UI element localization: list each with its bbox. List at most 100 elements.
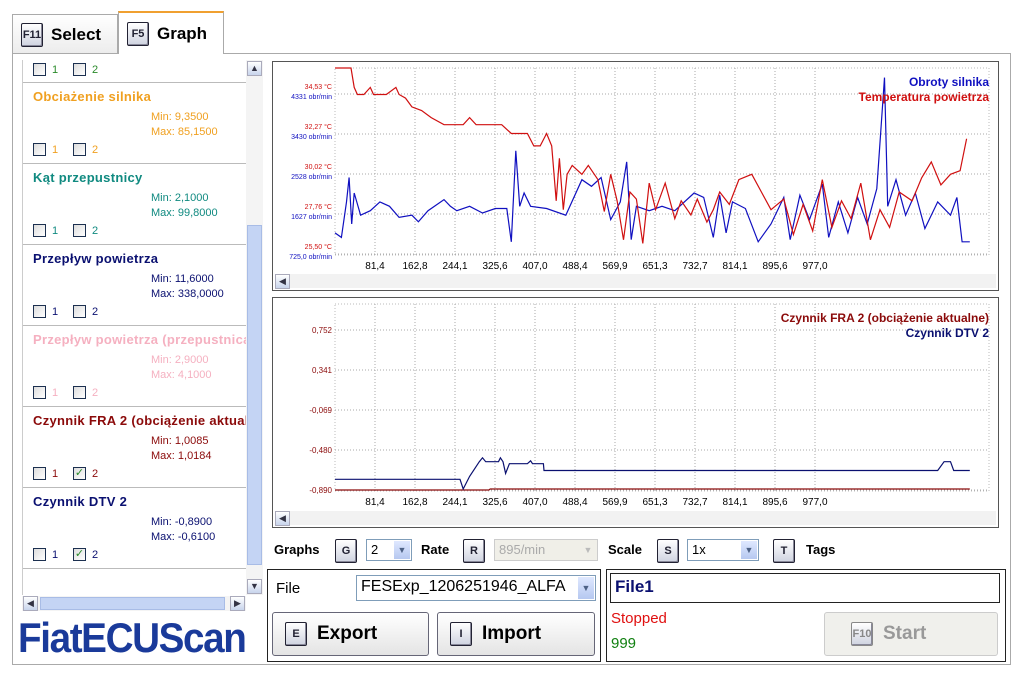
f11-key-icon: F11 xyxy=(21,22,43,47)
list-vertical-scrollbar[interactable]: ▲ ▼ xyxy=(246,60,263,595)
graph-1-checkbox[interactable]: 1 xyxy=(33,224,58,237)
x-tick-label: 977,0 xyxy=(802,497,827,508)
scroll-left-icon[interactable]: ◀ xyxy=(23,596,38,611)
min-value: Min: -0,8900 xyxy=(151,516,213,528)
graph-2-checkbox[interactable]: 2 xyxy=(73,305,98,318)
scroll-left-icon[interactable]: ◀ xyxy=(275,511,290,526)
x-tick-label: 895,6 xyxy=(762,497,787,508)
y-tick-label: 34,53 °C xyxy=(305,83,332,91)
graph-2-checkbox[interactable]: 2 xyxy=(73,386,98,399)
fiatecuscan-logo: FiatECUScan xyxy=(18,614,247,661)
min-value: Min: 11,6000 xyxy=(151,273,214,285)
x-tick-label: 651,3 xyxy=(642,261,667,272)
graph-1-checkbox[interactable]: 1 xyxy=(33,548,58,561)
scale-shortcut-key[interactable]: S xyxy=(657,539,679,563)
series-line-2 xyxy=(335,456,970,491)
y-tick-label: 25,50 °C xyxy=(305,243,332,251)
x-tick-label: 162,8 xyxy=(402,497,427,508)
max-value: Max: 1,0184 xyxy=(151,450,212,462)
rate-label: Rate xyxy=(421,542,450,557)
y-tick-label: 725,0 obr/min xyxy=(289,254,332,261)
graphs-select[interactable]: 2 ▼ xyxy=(366,539,412,561)
scroll-thumb[interactable] xyxy=(40,597,225,610)
y-tick-label: 1627 obr/min xyxy=(291,214,332,221)
checkbox-2[interactable]: 2 xyxy=(73,63,98,76)
start-button: F10 Start xyxy=(824,612,998,656)
x-tick-label: 325,6 xyxy=(482,497,507,508)
tab-graph[interactable]: F5 Graph xyxy=(118,11,224,54)
graph-2-checkbox[interactable]: ✓ 2 xyxy=(73,467,98,480)
scale-label: Scale xyxy=(608,542,642,557)
parameter-title: Czynnik DTV 2 xyxy=(33,494,128,509)
x-tick-label: 244,1 xyxy=(442,261,467,272)
x-tick-label: 407,0 xyxy=(522,261,547,272)
parameter-title: Obciażenie silnika xyxy=(33,89,152,104)
x-tick-label: 569,9 xyxy=(602,497,627,508)
scroll-down-icon[interactable]: ▼ xyxy=(247,579,262,594)
chevron-down-icon: ▼ xyxy=(741,541,757,559)
graph-1-checkbox[interactable]: 1 xyxy=(33,305,58,318)
graph-horizontal-scrollbar[interactable]: ◀ xyxy=(275,511,996,526)
x-tick-label: 325,6 xyxy=(482,261,507,272)
counter-text: 999 xyxy=(611,635,637,652)
list-item: 1 2 xyxy=(23,60,246,83)
x-tick-label: 81,4 xyxy=(365,261,385,272)
y-tick-label: 27,76 °C xyxy=(305,203,332,211)
chevron-down-icon: ▼ xyxy=(394,541,410,559)
scroll-up-icon[interactable]: ▲ xyxy=(247,61,262,76)
top-graph: 81,4 162,8 244,1 325,6 407,0 488,4 569,9 651,3 7… xyxy=(272,61,999,291)
scale-select[interactable]: 1x ▼ xyxy=(687,539,759,561)
x-tick-label: 814,1 xyxy=(722,497,747,508)
x-tick-label: 488,4 xyxy=(562,261,587,272)
x-tick-label: 732,7 xyxy=(682,497,707,508)
graph-1-checkbox[interactable]: 1 xyxy=(33,386,58,399)
import-button[interactable]: I Import xyxy=(437,612,595,656)
y-tick-label: 4331 obr/min xyxy=(291,94,332,101)
graph-horizontal-scrollbar[interactable]: ◀ xyxy=(275,274,996,289)
x-tick-label: 651,3 xyxy=(642,497,667,508)
x-tick-label: 488,4 xyxy=(562,497,587,508)
x-tick-label: 569,9 xyxy=(602,261,627,272)
series-line-1 xyxy=(335,488,970,491)
scroll-left-icon[interactable]: ◀ xyxy=(275,274,290,289)
session-name-field[interactable]: File1 xyxy=(610,573,1000,603)
parameter-title: Czynnik FRA 2 (obciążenie aktualne) xyxy=(33,413,246,428)
graphs-shortcut-key[interactable]: G xyxy=(335,539,357,563)
i-key-icon: I xyxy=(450,622,472,646)
list-horizontal-scrollbar[interactable]: ◀ ▶ xyxy=(22,596,246,611)
x-tick-label: 244,1 xyxy=(442,497,467,508)
chevron-down-icon: ▼ xyxy=(580,541,596,559)
legend-entry: Czynnik DTV 2 xyxy=(906,326,990,340)
tags-shortcut-key[interactable]: T xyxy=(773,539,795,563)
graph-1-checkbox[interactable]: 1 xyxy=(33,467,58,480)
list-item: Przepływ powietrza (przepustnica) Min: 2… xyxy=(23,326,246,407)
graph-2-checkbox[interactable]: ✓ 2 xyxy=(73,548,98,561)
min-value: Min: 2,1000 xyxy=(151,192,209,204)
status-text: Stopped xyxy=(611,610,667,627)
rate-select: 895/min ▼ xyxy=(494,539,598,561)
graph-1-checkbox[interactable]: 1 xyxy=(33,143,58,156)
y-tick-label: -0,069 xyxy=(309,406,332,415)
graph-2-checkbox[interactable]: 2 xyxy=(73,143,98,156)
y-tick-label: 2528 obr/min xyxy=(291,174,332,181)
graph-2-checkbox[interactable]: 2 xyxy=(73,224,98,237)
y-tick-label: 3430 obr/min xyxy=(291,134,332,141)
min-value: Min: 9,3500 xyxy=(151,111,209,123)
tab-select[interactable]: F11 Select xyxy=(12,14,118,54)
e-key-icon: E xyxy=(285,622,307,646)
y-tick-label: 32,27 °C xyxy=(305,123,332,131)
graphs-label: Graphs xyxy=(274,542,320,557)
f10-key-icon: F10 xyxy=(851,622,873,646)
list-item: Czynnik FRA 2 (obciążenie aktualne) Min:… xyxy=(23,407,246,488)
max-value: Max: 85,1500 xyxy=(151,126,218,138)
y-tick-label: 30,02 °C xyxy=(305,163,332,171)
list-item: Czynnik DTV 2 Min: -0,8900 Max: -0,6100 … xyxy=(23,488,246,569)
scroll-thumb[interactable] xyxy=(247,225,262,565)
checkbox-1[interactable]: 1 xyxy=(33,63,58,76)
scroll-right-icon[interactable]: ▶ xyxy=(230,596,245,611)
legend-entry: Temperatura powietrza xyxy=(859,90,990,104)
export-button[interactable]: E Export xyxy=(272,612,429,656)
file-select[interactable]: FESExp_1206251946_ALFA ▼ xyxy=(356,575,596,601)
rate-shortcut-key[interactable]: R xyxy=(463,539,485,563)
tags-label: Tags xyxy=(806,542,836,557)
